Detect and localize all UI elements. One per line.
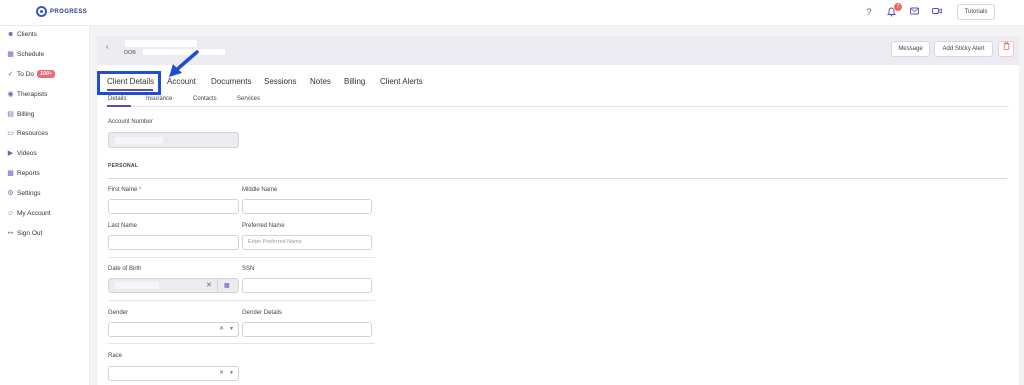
sidebar-item-label: Videos [17,150,37,157]
top-bar: PROGRESS ? 7 Tutorials [0,0,1024,26]
dob-label: DOB [124,50,136,56]
help-icon[interactable]: ? [864,7,874,17]
dob-field-label: Date of Birth [108,266,142,272]
subtab-details[interactable]: Details [108,96,126,102]
sidebar-item-label: Schedule [17,51,45,58]
sidebar-item-label: To Do [17,70,34,78]
sidebar-item-label: Settings [17,190,41,197]
subtab-services[interactable]: Services [237,96,260,102]
clear-race-icon[interactable]: ✕ [219,369,224,376]
middle-name-input[interactable] [242,199,372,214]
first-name-input[interactable] [108,199,239,214]
ssn-input[interactable] [242,278,372,293]
gear-icon: ⚙ [7,190,14,197]
gender-details-input[interactable] [242,322,372,337]
sidebar-item-my-account[interactable]: ☺ My Account [7,210,51,217]
tab-documents[interactable]: Documents [211,77,251,86]
sidebar-item-label: Therapists [17,91,48,98]
account-circle-icon: ☺ [7,210,15,217]
logo-mark-icon [36,6,47,17]
redacted-client-name [125,40,197,47]
calendar-icon: ▦ [7,51,14,58]
clear-date-icon[interactable]: ✕ [206,281,212,289]
folder-icon: ▭ [7,130,14,137]
check-circle-icon: ✓ [7,70,14,78]
race-label: Race [108,353,123,359]
sidebar-item-resources[interactable]: ▭ Resources [7,130,48,137]
sidebar-item-schedule[interactable]: ▦ Schedule [7,51,44,58]
delete-client-button[interactable] [998,41,1014,57]
sidebar-item-label: Billing [17,111,35,118]
video-icon: ▶ [7,150,14,157]
client-details-panel [97,65,1019,385]
input-separator [217,278,218,293]
sidebar-item-settings[interactable]: ⚙ Settings [7,190,41,197]
message-button[interactable]: Message [891,41,930,57]
last-name-input[interactable] [108,235,239,250]
calendar-icon[interactable]: ▦ [224,282,230,289]
field-divider [108,300,375,301]
active-subtab-indicator [107,105,131,107]
sidebar-item-clients[interactable]: ☻ Clients [7,31,37,38]
field-divider [108,257,375,258]
sidebar-item-billing[interactable]: ▤ Billing [7,111,34,118]
subtab-insurance[interactable]: Insurance [146,96,172,102]
account-number-field [108,132,239,148]
sidebar-item-label: Sign Out [17,230,43,237]
section-divider [108,178,1007,179]
ssn-label: SSN [242,266,255,272]
clear-gender-icon[interactable]: ✕ [219,325,224,332]
tab-billing[interactable]: Billing [344,77,365,86]
required-asterisk: * [139,187,142,193]
sidebar-item-videos[interactable]: ▶ Videos [7,150,37,157]
add-sticky-alert-button[interactable]: Add Sticky Alert [934,41,993,57]
sidebar-item-label: Clients [17,31,37,38]
first-name-label: First Name * [108,187,141,193]
sidebar-item-label: Resources [17,130,49,137]
chevron-down-icon[interactable]: ▼ [229,326,234,332]
preferred-name-input[interactable]: Enter Preferred Name [242,235,372,250]
chevron-down-icon[interactable]: ▼ [229,370,234,376]
tab-notes[interactable]: Notes [310,77,331,86]
notification-badge: 7 [894,3,902,11]
card-icon: ▤ [7,111,14,118]
video-icon[interactable] [932,7,942,17]
personal-section-title: PERSONAL [108,163,139,169]
back-chevron-icon[interactable]: ‹ [106,44,108,51]
user-icon: ☻ [7,31,15,38]
middle-name-label: Middle Name [242,187,278,193]
client-header: ‹ DOB [97,36,1019,65]
sidebar-item-label: Reports [17,170,40,177]
preferred-name-label: Preferred Name [242,223,285,229]
first-name-label-text: First Name [108,187,138,193]
sidebar-item-reports[interactable]: ▩ Reports [7,170,40,177]
last-name-label: Last Name [108,223,138,229]
todo-count-badge: 100+ [36,70,56,78]
annotation-highlight-box [97,71,161,95]
tab-sessions[interactable]: Sessions [264,77,296,86]
subtab-contacts[interactable]: Contacts [193,96,217,102]
sidebar [0,26,90,385]
bar-chart-icon: ▩ [7,170,14,177]
account-number-label: Account Number [108,119,153,125]
mail-icon[interactable] [909,7,919,17]
annotation-arrow-icon [169,50,199,77]
dob-input[interactable] [108,278,239,293]
sidebar-item-label: My Account [17,210,51,217]
location-icon: ◉ [7,91,14,98]
sidebar-item-therapists[interactable]: ◉ Therapists [7,91,47,98]
field-divider [108,343,375,344]
tutorials-button[interactable]: Tutorials [957,4,995,20]
gender-details-label: Gender Details [242,310,283,316]
sidebar-item-sign-out[interactable]: ↦ Sign Out [7,230,43,237]
sidebar-item-todo[interactable]: ✓ To Do 100+ [7,70,56,78]
logo[interactable]: PROGRESS [36,6,87,17]
logo-text: PROGRESS [50,8,88,15]
redacted-dob-input-value [115,282,159,289]
tab-client-alerts[interactable]: Client Alerts [380,77,423,86]
redacted-account-number [115,137,163,144]
logout-icon: ↦ [7,230,14,237]
gender-label: Gender [108,310,129,316]
